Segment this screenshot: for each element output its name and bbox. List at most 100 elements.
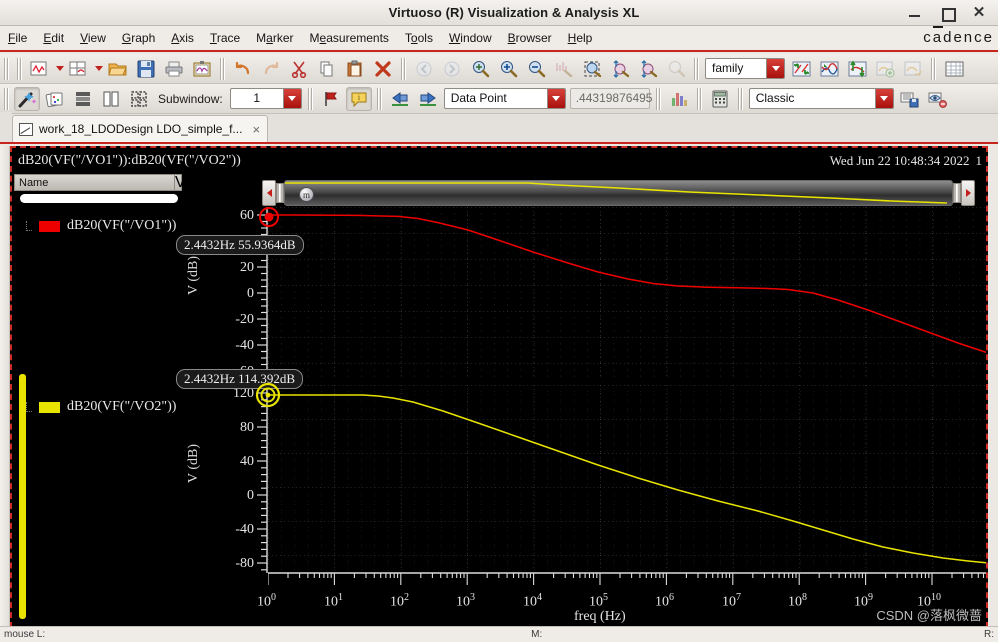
scroll-left-button[interactable]: [262, 180, 276, 206]
copy-icon[interactable]: [314, 57, 340, 81]
stack-vertical-icon[interactable]: [98, 87, 124, 111]
save-style-icon[interactable]: [897, 87, 923, 111]
toolbar-grip[interactable]: [3, 57, 10, 80]
toolbar-grip[interactable]: [695, 87, 703, 110]
save-icon[interactable]: [133, 57, 159, 81]
x-axis-label: freq (Hz): [574, 609, 626, 624]
zoom-vertical-icon[interactable]: [551, 57, 577, 81]
toolbar-grip[interactable]: [3, 87, 10, 110]
annotation-icon[interactable]: i: [345, 86, 372, 111]
copy-trace-icon[interactable]: [900, 57, 926, 81]
menu-measurements[interactable]: Measurements: [302, 28, 397, 48]
cut-icon[interactable]: [286, 57, 312, 81]
close-icon[interactable]: ×: [248, 122, 260, 137]
x-tick-label: 108: [788, 592, 807, 610]
toolbar-grip[interactable]: [736, 87, 744, 110]
marker-mode-combo[interactable]: Data Point: [443, 88, 566, 109]
split-traces-icon[interactable]: [816, 57, 842, 81]
move-trace-icon[interactable]: [844, 57, 870, 81]
undo-icon[interactable]: [230, 57, 256, 81]
toolbar-grip[interactable]: [16, 57, 23, 80]
graph-title: dB20(VF("/VO1")):dB20(VF("/VO2")): [18, 153, 241, 168]
flag-icon[interactable]: [318, 87, 344, 111]
tab-ldo-simple[interactable]: work_18_LDODesign LDO_simple_f... ×: [12, 115, 269, 142]
slider-thumb[interactable]: m: [299, 187, 314, 202]
new-subwindow-icon[interactable]: [66, 57, 92, 81]
family-combo[interactable]: family: [705, 58, 785, 79]
toolbar-grip[interactable]: [219, 57, 226, 80]
append-trace-icon[interactable]: [872, 57, 898, 81]
slider-track[interactable]: m: [284, 180, 953, 206]
next-marker-icon[interactable]: [415, 87, 441, 111]
menu-trace[interactable]: Trace: [202, 28, 248, 48]
chevron-down-icon[interactable]: [546, 89, 565, 108]
menu-window[interactable]: Window: [441, 28, 500, 48]
tree-branch-icon: [26, 221, 32, 231]
chevron-down-icon[interactable]: [282, 89, 301, 108]
new-graph-dropdown[interactable]: [54, 58, 65, 80]
cards-icon[interactable]: [42, 87, 68, 111]
grid-icon[interactable]: [941, 57, 967, 81]
menu-axis[interactable]: Axis: [163, 28, 202, 48]
tile-grid-icon[interactable]: [126, 87, 152, 111]
chevron-down-icon[interactable]: [874, 89, 893, 108]
toolbar-grip[interactable]: [375, 87, 383, 110]
zoom-select-icon[interactable]: [663, 57, 689, 81]
toolbar-grip[interactable]: [693, 57, 700, 80]
zoom-fit-icon[interactable]: [467, 57, 493, 81]
minimize-button[interactable]: [908, 6, 922, 20]
marker-label-upper[interactable]: 2.4432Hz 55.9364dB: [176, 235, 304, 255]
delete-icon[interactable]: [370, 57, 396, 81]
toolbar-grip[interactable]: [400, 57, 407, 80]
new-subwindow-dropdown[interactable]: [93, 58, 104, 80]
hide-style-icon[interactable]: [925, 87, 951, 111]
scroll-right-button[interactable]: [961, 180, 975, 206]
calculator-icon[interactable]: [707, 87, 733, 111]
zoom-area-icon[interactable]: [579, 57, 605, 81]
histogram-icon[interactable]: [666, 87, 692, 111]
slider-right-grip[interactable]: [953, 183, 961, 203]
menu-view[interactable]: View: [72, 28, 114, 48]
previous-marker-icon[interactable]: [387, 87, 413, 111]
toolbar-grip[interactable]: [654, 87, 662, 110]
marker-label-lower[interactable]: 2.4432Hz 114.392dB: [176, 369, 304, 389]
menu-file[interactable]: File: [0, 28, 35, 48]
redo-icon[interactable]: [258, 57, 284, 81]
horizontal-zoom-slider[interactable]: m: [262, 179, 975, 207]
close-button[interactable]: ✕: [972, 5, 986, 20]
list-item[interactable]: dB20(VF("/VO2")): [26, 399, 176, 415]
menu-browser[interactable]: Browser: [500, 28, 560, 48]
legend-scroll-bar[interactable]: [20, 194, 178, 203]
toolbar-grip[interactable]: [306, 87, 314, 110]
plot-canvas-lower[interactable]: [268, 385, 988, 571]
menu-tools[interactable]: Tools: [397, 28, 441, 48]
zoom-x-icon[interactable]: [607, 57, 633, 81]
zoom-back-icon[interactable]: [411, 57, 437, 81]
marker-point-upper[interactable]: [256, 204, 282, 230]
open-folder-icon[interactable]: [105, 57, 131, 81]
plot-canvas-upper[interactable]: [268, 207, 988, 379]
menu-edit[interactable]: Edit: [35, 28, 72, 48]
print-icon[interactable]: [161, 57, 187, 81]
marker-point-lower[interactable]: [254, 381, 282, 409]
maximize-button[interactable]: [940, 6, 956, 22]
zoom-out-icon[interactable]: [523, 57, 549, 81]
subwindow-combo[interactable]: 1: [229, 88, 302, 109]
zoom-y-icon[interactable]: [635, 57, 661, 81]
zoom-forward-icon[interactable]: [439, 57, 465, 81]
toolbar-grip[interactable]: [930, 57, 937, 80]
stack-horizontal-icon[interactable]: [70, 87, 96, 111]
menu-graph[interactable]: Graph: [114, 28, 163, 48]
list-item[interactable]: dB20(VF("/VO1")): [26, 218, 176, 234]
swap-traces-icon[interactable]: [788, 57, 814, 81]
zoom-in-icon[interactable]: [495, 57, 521, 81]
menu-marker[interactable]: Marker: [248, 28, 301, 48]
paste-icon[interactable]: [342, 57, 368, 81]
new-graph-icon[interactable]: [27, 57, 53, 81]
wand-icon[interactable]: [14, 86, 40, 111]
chevron-down-icon[interactable]: [766, 59, 784, 78]
slider-left-grip[interactable]: [276, 183, 284, 203]
menu-help[interactable]: Help: [560, 28, 601, 48]
export-image-icon[interactable]: [189, 57, 215, 81]
style-combo[interactable]: Classic: [748, 88, 894, 109]
